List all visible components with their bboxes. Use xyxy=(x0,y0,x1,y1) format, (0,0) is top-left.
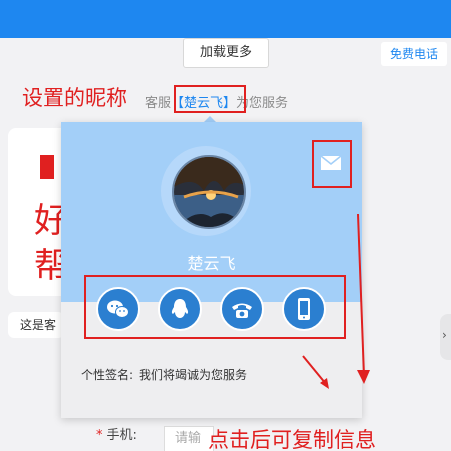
annotation-arrows xyxy=(302,213,370,389)
annotation-arrow-diagonal xyxy=(302,355,327,385)
annotation-arrow-down xyxy=(357,213,365,377)
annotation-arrowhead-down xyxy=(357,370,370,384)
